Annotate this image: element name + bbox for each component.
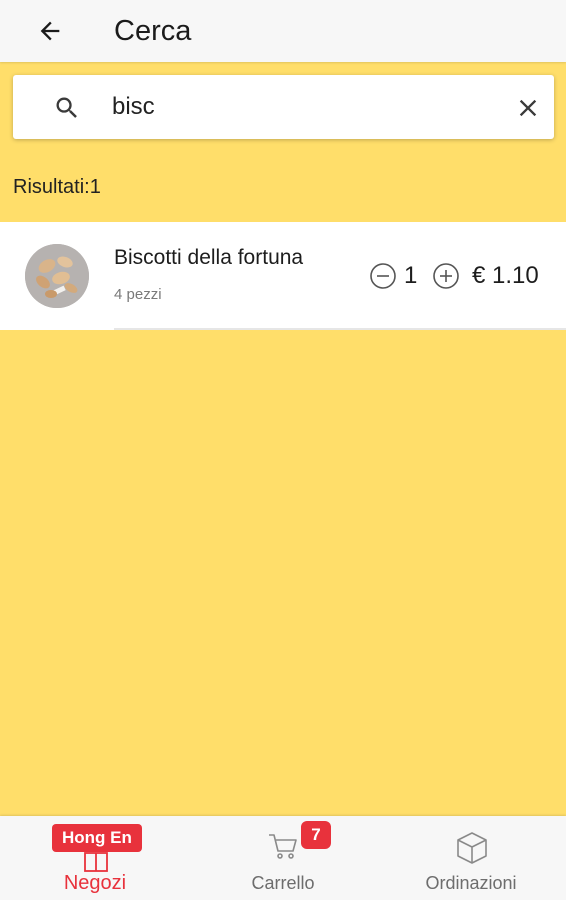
nav-label-cart: Carrello [251,873,315,893]
product-quantity-info: 4 pezzi [114,286,162,303]
increase-quantity-button[interactable] [432,262,460,290]
cart-count-badge: 7 [301,821,331,849]
cart-icon [269,834,297,859]
product-price: € 1.10 [472,262,539,289]
results-count: Risultati:1 [13,176,101,198]
nav-label-shops: Negozi [63,872,127,894]
list-item[interactable]: Biscotti della fortuna 4 pezzi 1 € 1.10 [0,222,566,330]
shop-name-badge: Hong En [52,824,142,852]
search-input[interactable] [112,89,492,125]
quantity-value: 1 [404,262,418,289]
arrow-left-icon [40,21,60,41]
nav-item-cart[interactable]: 7 Carrello [190,816,376,900]
product-name: Biscotti della fortuna [114,246,304,269]
minus-circle-icon [370,263,396,289]
page-title: Cerca [114,15,192,47]
product-image [25,244,89,308]
nav-label-orders: Ordinazioni [425,873,517,893]
close-icon [519,99,537,117]
bottom-navigation: Hong En Negozi 7 Carrello Ordinazioni [0,816,566,900]
plus-circle-icon [433,263,459,289]
search-bar[interactable] [13,75,554,139]
nav-item-shops[interactable]: Hong En Negozi [0,816,190,900]
clear-search-button[interactable] [511,91,545,125]
divider [114,328,566,330]
box-icon [457,832,487,864]
app-bar: Cerca [0,0,566,62]
decrease-quantity-button[interactable] [369,262,397,290]
back-button[interactable] [30,11,70,51]
nav-item-orders[interactable]: Ordinazioni [376,816,566,900]
search-icon [56,97,77,118]
